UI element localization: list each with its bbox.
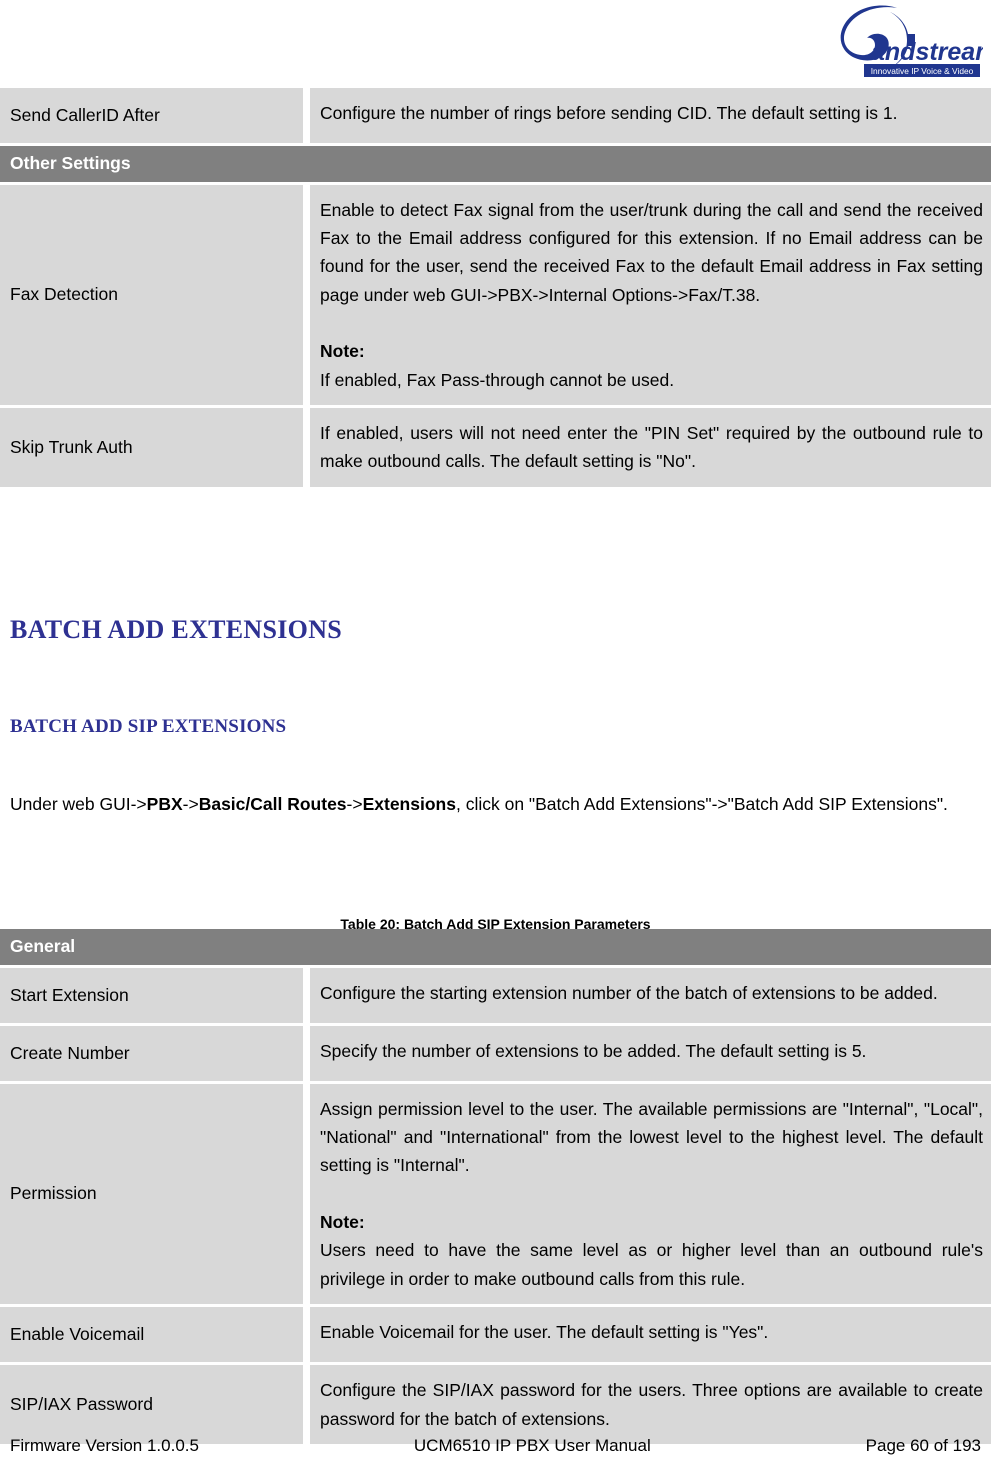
- row-description: Assign permission level to the user. The…: [310, 1083, 991, 1305]
- para-bold-pbx: PBX: [146, 794, 183, 814]
- row-label: Send CallerID After: [0, 88, 303, 144]
- row-description: Configure the starting extension number …: [310, 967, 991, 1023]
- para-part-4: , click on "Batch Add Extensions"->"Batc…: [455, 794, 948, 814]
- note-label: Note:: [320, 1212, 365, 1233]
- svg-text:Innovative IP Voice & Video: Innovative IP Voice & Video: [871, 66, 974, 76]
- document-page: andstream Innovative IP Voice & Video Se…: [0, 0, 991, 1470]
- row-description: Specify the number of extensions to be a…: [310, 1025, 991, 1081]
- table-row: Start Extension Configure the starting e…: [0, 967, 991, 1023]
- table-row: Permission Assign permission level to th…: [0, 1083, 991, 1305]
- table-row: Skip Trunk Auth If enabled, users will n…: [0, 408, 991, 487]
- grandstream-logo: andstream Innovative IP Voice & Video: [811, 2, 983, 80]
- row-description: If enabled, users will not need enter th…: [310, 408, 991, 487]
- para-bold-extensions: Extensions: [362, 794, 456, 814]
- row-label: Skip Trunk Auth: [0, 408, 303, 487]
- para-bold-basic-call-routes: Basic/Call Routes: [198, 794, 347, 814]
- note-label: Note:: [320, 341, 365, 362]
- footer-firmware-version: Firmware Version 1.0.0.5: [10, 1436, 199, 1455]
- table-row: Send CallerID After Configure the number…: [0, 88, 991, 144]
- table-row: Fax Detection Enable to detect Fax signa…: [0, 184, 991, 406]
- row-description: Enable to detect Fax signal from the use…: [310, 184, 991, 406]
- para-part-3: ->: [346, 794, 363, 814]
- row-description: Enable Voicemail for the user. The defau…: [310, 1307, 991, 1363]
- table-row: SIP/IAX Password Configure the SIP/IAX p…: [0, 1365, 991, 1444]
- section-title: BATCH ADD SIP EXTENSIONS: [10, 716, 287, 737]
- page-header: andstream Innovative IP Voice & Video: [0, 0, 991, 84]
- parameters-table-top: Send CallerID After Configure the number…: [0, 88, 991, 490]
- row-label: SIP/IAX Password: [0, 1365, 303, 1444]
- row-description-text: Assign permission level to the user. The…: [320, 1098, 983, 1176]
- row-description: Configure the SIP/IAX password for the u…: [310, 1365, 991, 1444]
- para-part-2: ->: [182, 794, 199, 814]
- section-header-general: General: [0, 929, 991, 965]
- section-header-other-settings: Other Settings: [0, 146, 991, 182]
- row-label: Fax Detection: [0, 184, 303, 406]
- footer-page-number: Page 60 of 193: [865, 1436, 981, 1455]
- row-description-text: Enable to detect Fax signal from the use…: [320, 199, 983, 305]
- svg-text:andstream: andstream: [871, 38, 983, 66]
- table-row: Enable Voicemail Enable Voicemail for th…: [0, 1307, 991, 1363]
- intro-paragraph: Under web GUI->PBX->Basic/Call Routes->E…: [0, 790, 991, 818]
- footer-manual-title: UCM6510 IP PBX User Manual: [413, 1436, 651, 1455]
- heading-block-h1: BATCH ADD EXTENSIONS: [0, 615, 991, 645]
- row-label: Enable Voicemail: [0, 1307, 303, 1363]
- row-description: Configure the number of rings before sen…: [310, 88, 991, 144]
- row-label: Permission: [0, 1083, 303, 1305]
- page-footer: Firmware Version 1.0.0.5 UCM6510 IP PBX …: [0, 1436, 991, 1456]
- row-label: Create Number: [0, 1025, 303, 1081]
- intro-paragraph-block: Under web GUI->PBX->Basic/Call Routes->E…: [0, 790, 991, 818]
- heading-block-h2: BATCH ADD SIP EXTENSIONS: [0, 716, 991, 738]
- table-row: Create Number Specify the number of exte…: [0, 1025, 991, 1081]
- parameters-table-bottom: General Start Extension Configure the st…: [0, 929, 991, 1447]
- row-label: Start Extension: [0, 967, 303, 1023]
- page-title: BATCH ADD EXTENSIONS: [10, 615, 343, 644]
- note-text: Users need to have the same level as or …: [320, 1240, 983, 1289]
- para-part-1: Under web GUI->: [10, 794, 147, 814]
- note-text: If enabled, Fax Pass-through cannot be u…: [320, 369, 675, 390]
